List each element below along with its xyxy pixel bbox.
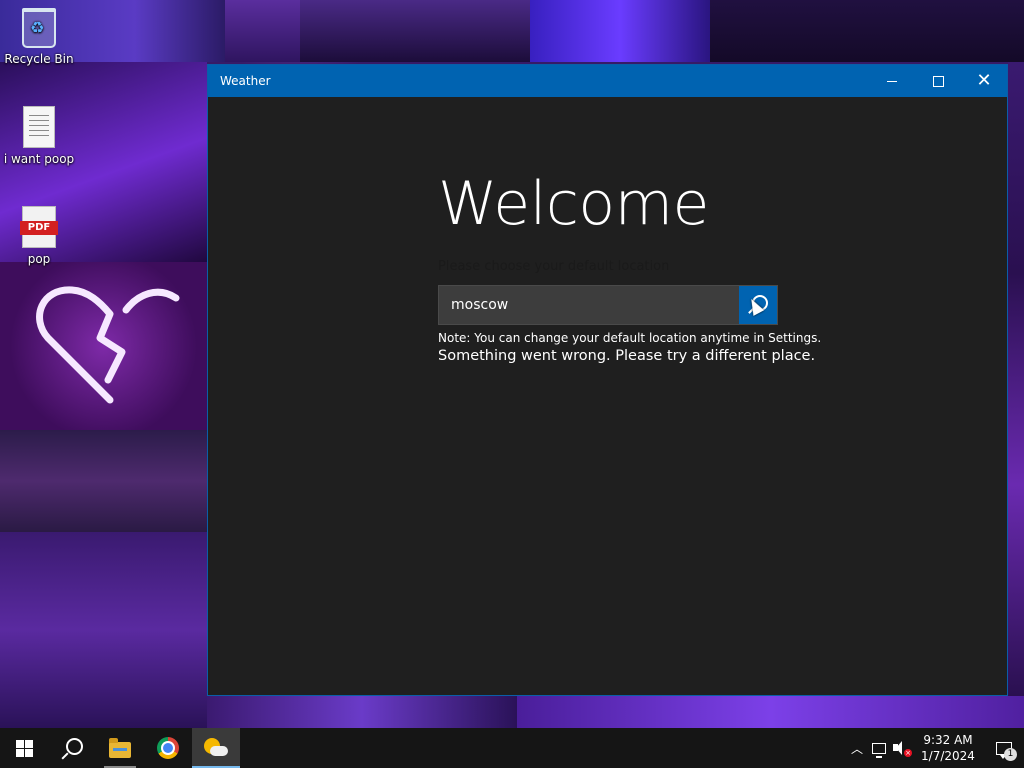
error-message: Something went wrong. Please try a diffe…	[438, 348, 816, 364]
wallpaper-tile	[517, 696, 1024, 728]
system-tray: ︿ × 9:32 AM 1/7/2024 1	[846, 728, 1024, 768]
taskbar-search-button[interactable]	[48, 728, 96, 768]
maximize-icon	[932, 75, 944, 87]
pdf-file-icon: PDF	[20, 206, 58, 248]
recycle-bin-icon	[22, 8, 56, 48]
volume-muted-icon: ×	[893, 741, 912, 757]
text-file-icon	[23, 106, 55, 148]
clock-date: 1/7/2024	[921, 749, 975, 763]
welcome-heading: Welcome	[438, 169, 709, 239]
desktop-icon-recycle-bin[interactable]: Recycle Bin	[0, 8, 78, 66]
windows-icon	[15, 739, 33, 757]
minimize-icon	[887, 80, 897, 82]
show-hidden-icons-button[interactable]: ︿	[846, 728, 868, 768]
taskbar: ︿ × 9:32 AM 1/7/2024 1	[0, 728, 1024, 768]
wallpaper-tile	[0, 430, 207, 532]
desktop-icon-label: pop	[27, 252, 51, 266]
network-button[interactable]	[868, 728, 890, 768]
desktop-icon-text-file[interactable]: i want poop	[0, 106, 78, 166]
search-icon	[65, 737, 83, 755]
location-search-box	[438, 285, 778, 325]
clock[interactable]: 9:32 AM 1/7/2024	[916, 732, 980, 764]
taskbar-chrome[interactable]	[144, 728, 192, 768]
folder-icon	[109, 738, 131, 758]
weather-icon	[204, 738, 228, 758]
weather-app-window: Weather ✕ Welcome Please choose your def…	[207, 64, 1008, 696]
chrome-icon	[157, 737, 179, 759]
network-icon	[872, 742, 886, 758]
chevron-up-icon: ︿	[850, 741, 863, 756]
wallpaper-tile	[300, 0, 530, 62]
close-icon: ✕	[976, 70, 992, 91]
close-button[interactable]: ✕	[961, 65, 1007, 97]
action-center-button[interactable]: 1	[984, 728, 1024, 768]
search-button[interactable]	[739, 286, 777, 324]
notification-count-badge: 1	[1004, 748, 1017, 761]
window-title: Weather	[220, 74, 271, 88]
location-search-input[interactable]	[439, 286, 739, 324]
desktop-icon-pdf-file[interactable]: PDF pop	[0, 206, 78, 266]
desktop-icon-label: Recycle Bin	[4, 52, 74, 66]
wallpaper-tile	[530, 0, 710, 62]
taskbar-file-explorer[interactable]	[96, 728, 144, 768]
wallpaper-tile	[207, 696, 517, 728]
wallpaper-tile	[0, 532, 207, 728]
minimize-button[interactable]	[869, 65, 915, 97]
maximize-button[interactable]	[915, 65, 961, 97]
volume-button[interactable]: ×	[890, 728, 912, 768]
location-note: Note: You can change your default locati…	[438, 331, 822, 345]
clock-time: 9:32 AM	[923, 733, 973, 747]
neon-broken-heart-icon	[36, 286, 180, 404]
wallpaper-tile	[225, 0, 300, 62]
window-title-bar[interactable]: Weather ✕	[208, 65, 1007, 97]
desktop-icon-label: i want poop	[3, 152, 75, 166]
taskbar-weather[interactable]	[192, 728, 240, 768]
wallpaper-tile	[1008, 62, 1024, 696]
start-button[interactable]	[0, 728, 48, 768]
location-prompt: Please choose your default location	[438, 259, 670, 274]
wallpaper-tile	[710, 0, 1024, 62]
